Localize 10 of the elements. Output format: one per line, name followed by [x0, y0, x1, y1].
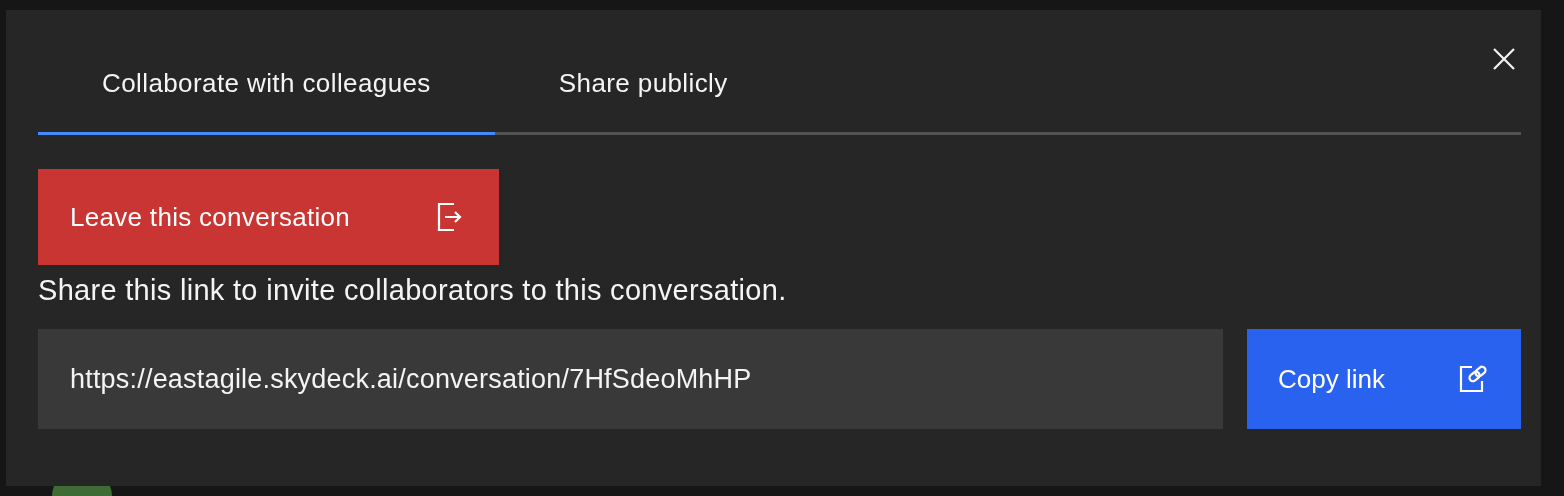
tab[interactable]: Collaborate with colleagues	[38, 10, 495, 135]
copy-link-button[interactable]: Copy link	[1247, 329, 1521, 429]
link-icon	[1459, 364, 1489, 394]
instruction-text: Share this link to invite collaborators to this conversation.	[38, 275, 788, 305]
close-button[interactable]	[1491, 46, 1517, 72]
leave-button[interactable]: Leave this conversation	[38, 169, 499, 265]
tab[interactable]: Share publicly	[494, 10, 792, 135]
exit-icon	[437, 202, 463, 232]
link-field[interactable]: https://eastagile.skydeck.ai/conversation/7HfSdeoMhHP	[38, 329, 1223, 429]
close-icon	[1491, 46, 1517, 72]
